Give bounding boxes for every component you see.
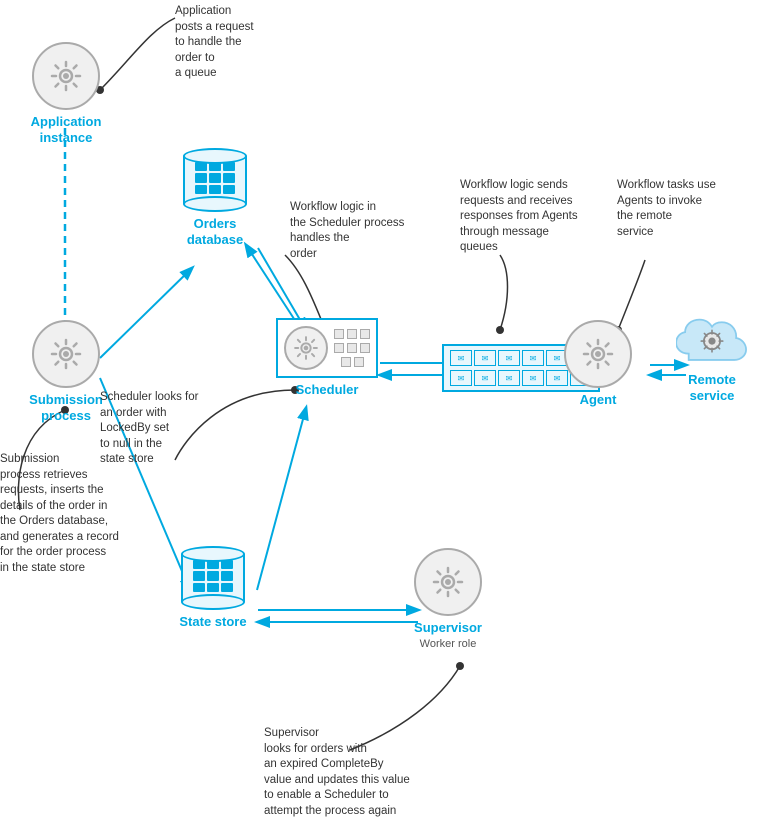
- scheduler-workflow: [334, 329, 370, 367]
- architecture-diagram: Applicationinstance Submissionprocess: [0, 0, 773, 818]
- agent-label: Agent: [580, 392, 617, 408]
- scheduler-box: [276, 318, 378, 378]
- remote-service-node: Remoteservice: [668, 316, 756, 403]
- application-node: Applicationinstance: [16, 42, 116, 145]
- orders-db-icon: [183, 148, 247, 212]
- annotation-workflow-tasks: Workflow tasks useAgents to invokethe re…: [617, 178, 762, 240]
- annotation-app-queue: Applicationposts a requestto handle theo…: [175, 4, 320, 82]
- state-store-icon: [181, 546, 245, 610]
- annotation-supervisor-looks: Supervisorlooks for orders withan expire…: [264, 726, 464, 819]
- scheduler-gear: [284, 326, 328, 370]
- orders-db-node: Ordersdatabase: [170, 148, 260, 247]
- agent-node: Agent: [558, 320, 638, 408]
- supervisor-node: Supervisor Worker role: [398, 548, 498, 650]
- submission-icon: [32, 320, 100, 388]
- scheduler-node: Scheduler: [262, 318, 392, 398]
- annotation-workflow-sends: Workflow logic sendsrequests and receive…: [460, 178, 615, 256]
- application-icon: [32, 42, 100, 110]
- remote-service-icon: [676, 316, 748, 368]
- application-label: Applicationinstance: [31, 114, 102, 145]
- supervisor-icon: [414, 548, 482, 616]
- supervisor-label: Supervisor: [414, 620, 482, 636]
- annotation-submission-retrieves: Submissionprocess retrievesrequests, ins…: [0, 452, 155, 576]
- agent-icon: [564, 320, 632, 388]
- state-store-node: State store: [168, 546, 258, 630]
- annotation-scheduler-handles: Workflow logic inthe Scheduler processha…: [290, 200, 425, 262]
- remote-service-label: Remoteservice: [688, 372, 736, 403]
- submission-label: Submissionprocess: [29, 392, 103, 423]
- worker-role-label: Worker role: [420, 638, 477, 650]
- state-store-label: State store: [179, 614, 246, 630]
- orders-db-label: Ordersdatabase: [187, 216, 243, 247]
- scheduler-label: Scheduler: [296, 382, 359, 398]
